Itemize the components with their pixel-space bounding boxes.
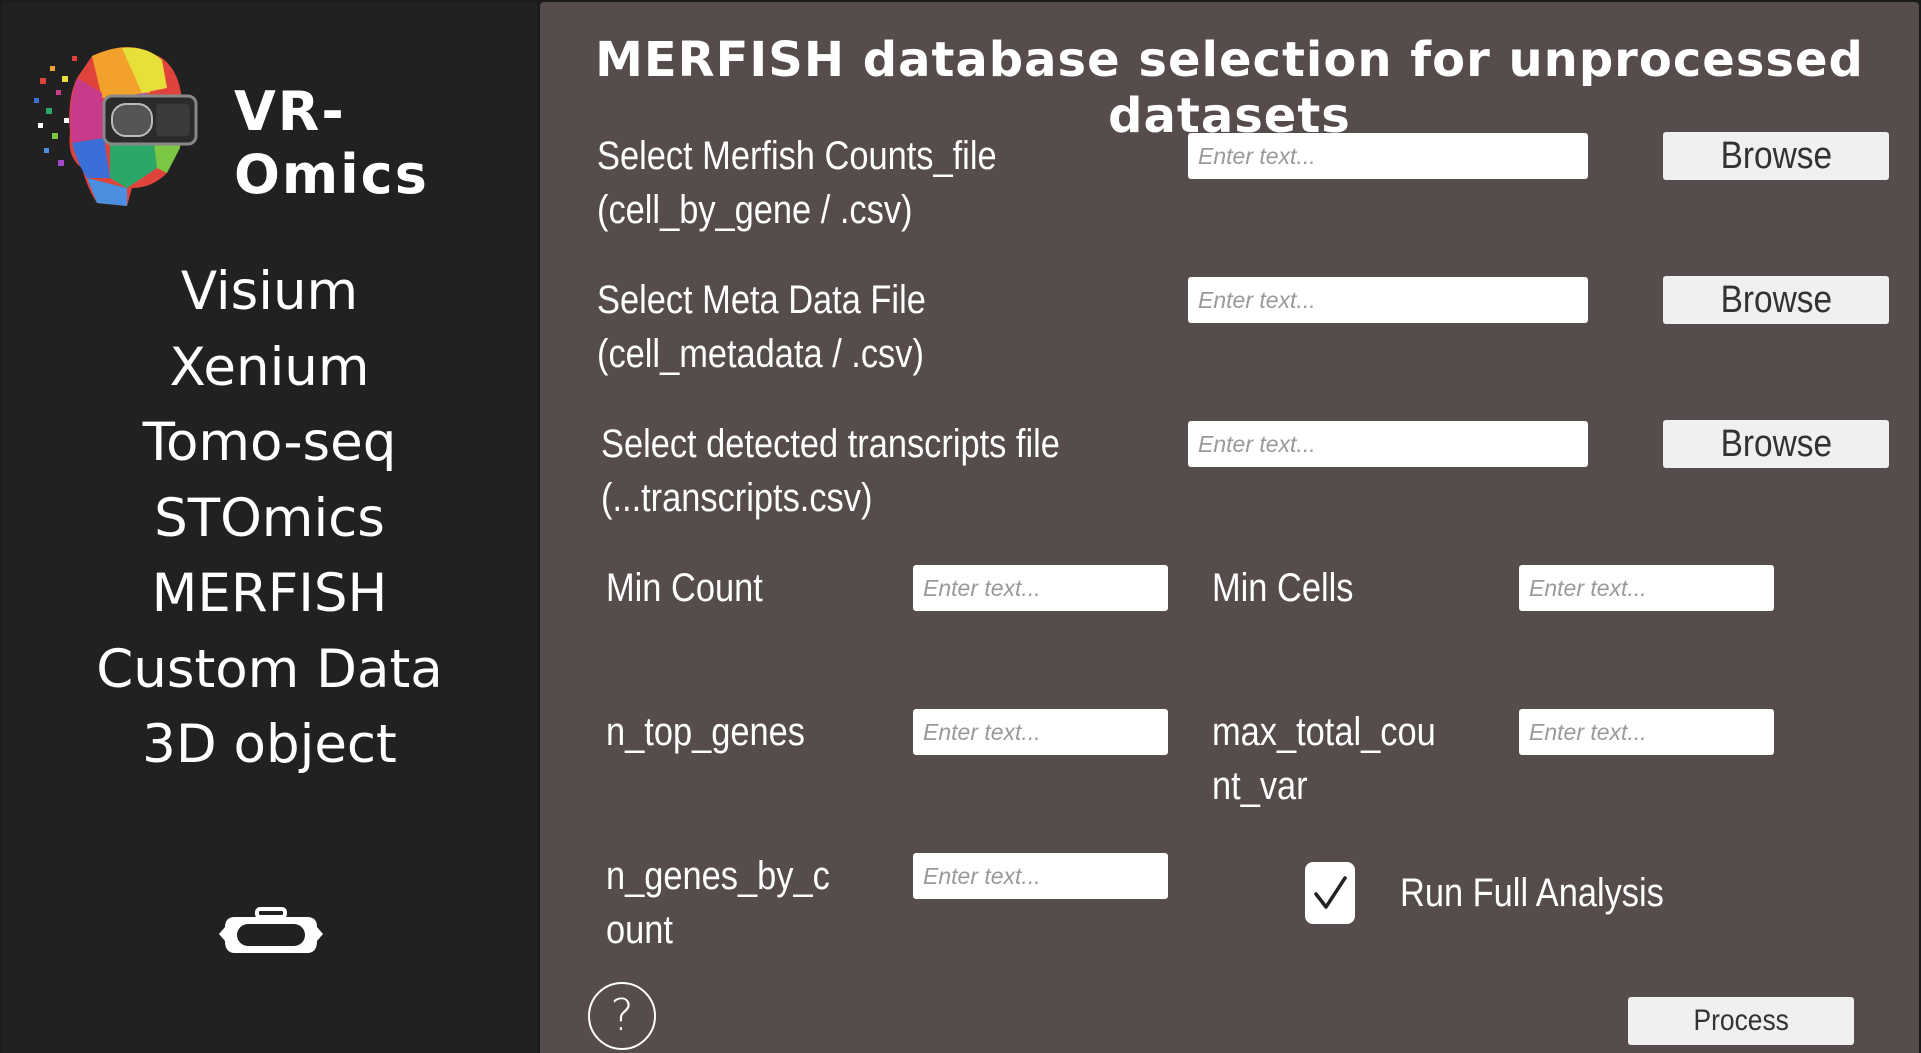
counts-file-browse-button[interactable]: Browse <box>1663 132 1889 180</box>
counts-file-label: Select Merfish Counts_file (cell_by_gene… <box>597 129 997 237</box>
sidebar-item-stomics[interactable]: STOmics <box>2 481 537 557</box>
max-total-count-var-label: max_total_cou nt_var <box>1212 705 1436 813</box>
page-title: MERFISH database selection for unprocess… <box>595 32 1864 144</box>
min-count-input[interactable] <box>913 565 1168 611</box>
vr-omics-logo-icon <box>34 47 198 207</box>
sidebar: VR-Omics Visium Xenium Tomo-seq STOmics … <box>2 2 537 1053</box>
metadata-file-browse-label: Browse <box>1720 279 1832 321</box>
metadata-file-label-line1: Select Meta Data File <box>597 278 926 322</box>
process-button[interactable]: Process <box>1628 997 1854 1045</box>
process-button-label: Process <box>1693 1004 1789 1037</box>
run-full-analysis-label: Run Full Analysis <box>1400 871 1664 915</box>
counts-file-label-line1: Select Merfish Counts_file <box>597 134 997 178</box>
checkmark-icon <box>1314 876 1347 909</box>
counts-file-input[interactable] <box>1188 133 1588 179</box>
sidebar-item-merfish[interactable]: MERFISH <box>2 556 537 632</box>
transcripts-file-browse-button[interactable]: Browse <box>1663 420 1889 468</box>
sidebar-item-tomo-seq[interactable]: Tomo-seq <box>2 405 537 481</box>
n-top-genes-label: n_top_genes <box>606 710 805 754</box>
metadata-file-input[interactable] <box>1188 277 1588 323</box>
sidebar-item-visium[interactable]: Visium <box>2 254 537 330</box>
sidebar-nav: Visium Xenium Tomo-seq STOmics MERFISH C… <box>2 254 537 783</box>
max-total-count-var-input[interactable] <box>1519 709 1774 755</box>
run-full-analysis-checkbox[interactable] <box>1305 862 1355 924</box>
metadata-file-browse-button[interactable]: Browse <box>1663 276 1889 324</box>
counts-file-label-line2: (cell_by_gene / .csv) <box>597 188 913 232</box>
main-panel: MERFISH database selection for unprocess… <box>540 2 1919 1053</box>
metadata-file-label-line2: (cell_metadata / .csv) <box>597 332 924 376</box>
app-title: VR-Omics <box>234 80 429 206</box>
min-cells-label: Min Cells <box>1212 566 1354 610</box>
n-genes-by-count-label-line1: n_genes_by_c <box>606 854 830 898</box>
sidebar-item-xenium[interactable]: Xenium <box>2 330 537 406</box>
transcripts-file-label: Select detected transcripts file (...tra… <box>601 417 1060 525</box>
vr-headset-icon[interactable] <box>217 907 325 962</box>
max-total-count-var-label-line2: nt_var <box>1212 764 1308 808</box>
metadata-file-label: Select Meta Data File (cell_metadata / .… <box>597 273 926 381</box>
n-top-genes-input[interactable] <box>913 709 1168 755</box>
transcripts-file-label-line2: (...transcripts.csv) <box>601 476 873 520</box>
min-cells-input[interactable] <box>1519 565 1774 611</box>
sidebar-item-custom-data[interactable]: Custom Data <box>2 632 537 708</box>
n-genes-by-count-label-line2: ount <box>606 908 673 952</box>
counts-file-browse-label: Browse <box>1720 135 1832 177</box>
question-mark-icon[interactable]: ? <box>588 982 656 1050</box>
app-window: VR-Omics Visium Xenium Tomo-seq STOmics … <box>0 0 1921 1053</box>
transcripts-file-browse-label: Browse <box>1720 423 1832 465</box>
sidebar-item-3d-object[interactable]: 3D object <box>2 707 537 783</box>
n-genes-by-count-input[interactable] <box>913 853 1168 899</box>
max-total-count-var-label-line1: max_total_cou <box>1212 710 1436 754</box>
transcripts-file-input[interactable] <box>1188 421 1588 467</box>
transcripts-file-label-line1: Select detected transcripts file <box>601 422 1060 466</box>
logo-area: VR-Omics <box>32 38 522 208</box>
min-count-label: Min Count <box>606 566 763 610</box>
n-genes-by-count-label: n_genes_by_c ount <box>606 849 830 957</box>
